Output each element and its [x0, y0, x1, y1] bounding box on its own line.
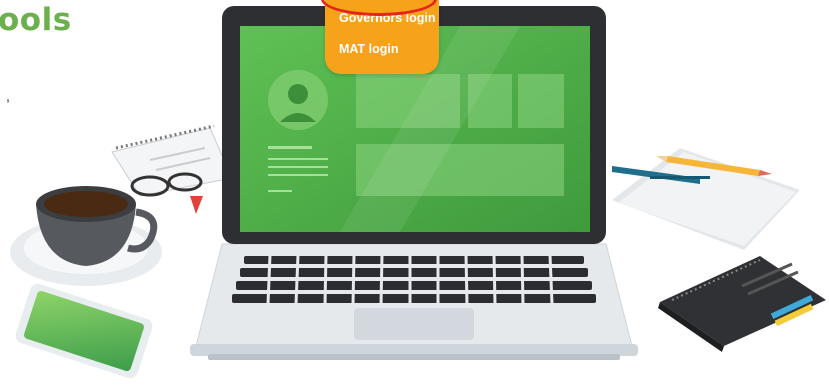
notebook-icon	[658, 256, 826, 352]
login-dropdown-menu: Governors login MAT login	[325, 0, 439, 74]
phone-icon	[15, 283, 153, 379]
mat-login-link[interactable]: MAT login	[339, 42, 398, 56]
governors-login-link[interactable]: Governors login	[339, 11, 436, 25]
coffee-cup-icon	[10, 186, 162, 286]
